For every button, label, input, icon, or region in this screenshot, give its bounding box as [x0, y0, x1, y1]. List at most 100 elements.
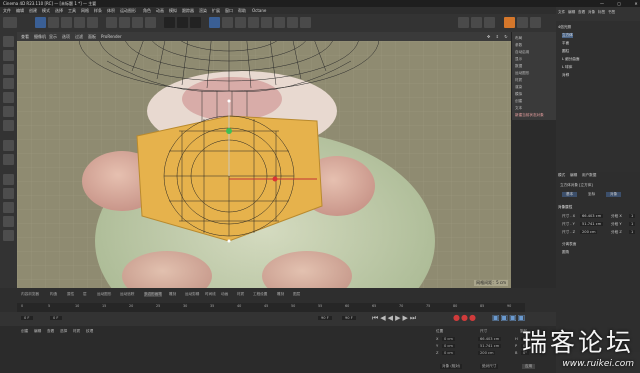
sculpt-icon[interactable] [3, 216, 14, 227]
scale-icon[interactable] [61, 17, 72, 28]
tweak-mode-icon[interactable] [3, 154, 14, 165]
end-frame-field[interactable]: 90 F [318, 316, 332, 320]
vp-menu-options[interactable]: 选项 [62, 34, 70, 40]
object-item[interactable]: 平面 [562, 41, 569, 46]
vp-menu-cameras[interactable]: 摄像机 [34, 34, 46, 40]
segments-z-field[interactable]: 1 [629, 230, 636, 234]
obj-menu-tags[interactable]: 标签 [598, 10, 605, 15]
segments-x-field[interactable]: 1 [629, 214, 636, 218]
octane-material-icon[interactable] [484, 17, 495, 28]
object-item[interactable]: 圆柱 [562, 49, 569, 54]
mat-menu-material[interactable]: 材质 [73, 329, 80, 334]
tab-sculpt-2[interactable]: 雕刻 [277, 292, 284, 297]
tab-layers[interactable]: 层 [83, 292, 87, 297]
attr-tab-basic[interactable]: 基本 [562, 192, 578, 197]
ctx-item-auto[interactable]: 自动启用 [515, 50, 529, 55]
frame-ruler[interactable]: 0 5 10 15 20 25 30 35 40 45 50 55 60 65 … [17, 303, 525, 312]
size-y-field[interactable]: 51.741 cm [580, 222, 604, 226]
tab-motion-clip[interactable]: 运动剪辑 [185, 292, 199, 297]
tab-motion-tracker[interactable]: 运动追踪 [120, 292, 134, 297]
ctx-item-data[interactable]: 数据 [515, 64, 522, 69]
render-view-icon[interactable] [164, 17, 175, 28]
3d-viewport[interactable]: 网格间距：5 cm [17, 41, 511, 288]
obj-menu-view[interactable]: 查看 [578, 10, 585, 15]
window-controls[interactable]: — ▢ ✕ [600, 1, 640, 6]
preview-end-field[interactable]: 90 F [342, 316, 356, 320]
move-icon[interactable] [48, 17, 59, 28]
tab-sculpt[interactable]: 雕刻 [169, 292, 176, 297]
obj-menu-edit[interactable]: 编辑 [568, 10, 575, 15]
mat-menu-select[interactable]: 选择 [60, 329, 67, 334]
mat-menu-texture[interactable]: 纹理 [86, 329, 93, 334]
obj-menu-file[interactable]: 文件 [558, 10, 565, 15]
subdivision-icon[interactable] [235, 17, 246, 28]
record-keys-icon[interactable]: ●●● [453, 313, 477, 322]
texture-mode-icon[interactable] [3, 64, 14, 75]
vp-menu-display[interactable]: 显示 [49, 34, 57, 40]
render-to-picture-viewer-icon[interactable] [177, 17, 188, 28]
tab-attributes[interactable]: 属性 [67, 292, 74, 297]
gizmo-x-handle[interactable] [272, 176, 278, 182]
polygons-mode-icon[interactable] [3, 120, 14, 131]
paint-icon[interactable] [3, 230, 14, 241]
object-item[interactable]: L 细分曲面 [562, 57, 580, 62]
current-frame-field[interactable]: 0 F [50, 316, 62, 320]
key-mode-icons[interactable]: ▣▣▣▣ [492, 313, 526, 322]
pos-z-field[interactable]: 0 cm [442, 351, 455, 355]
tab-animation[interactable]: 动画 [221, 292, 228, 297]
y-axis-lock-icon[interactable] [119, 17, 130, 28]
octane-light-icon[interactable] [517, 17, 528, 28]
ctx-item-params[interactable]: 参数 [515, 43, 522, 48]
ctx-item-mograph[interactable]: 运动图形 [515, 71, 529, 76]
rotate-icon[interactable] [74, 17, 85, 28]
mat-menu-create[interactable]: 创建 [21, 329, 28, 334]
tab-timeline[interactable]: 时间线 [205, 292, 216, 297]
live-selection-icon[interactable] [35, 17, 46, 28]
segments-y-field[interactable]: 1 [629, 222, 636, 226]
attr-tab-object[interactable]: 对象 [606, 192, 622, 197]
gizmo-bottom-point[interactable] [227, 239, 231, 243]
pos-x-field[interactable]: 0 cm [442, 337, 455, 341]
vp-menu-prorender[interactable]: ProRender [101, 34, 122, 39]
object-item[interactable]: 对称 [562, 73, 569, 78]
ctx-item-display[interactable]: 显示 [515, 57, 522, 62]
tab-content-browser[interactable]: 内容浏览器 [21, 292, 39, 297]
size-z-field[interactable]: 200 cm [580, 230, 598, 234]
coordinate-system-icon[interactable] [145, 17, 156, 28]
edges-mode-icon[interactable] [3, 106, 14, 117]
size-y-coord-field[interactable]: 51.741 cm [478, 344, 502, 348]
undo-icon[interactable] [3, 17, 17, 28]
recent-tools-icon[interactable] [87, 17, 98, 28]
workplane-icon[interactable] [3, 78, 14, 89]
attr-menu-edit[interactable]: 编辑 [570, 173, 577, 178]
menu-octane[interactable]: Octane [252, 8, 266, 13]
vp-menu-filter[interactable]: 过滤 [75, 34, 83, 40]
tab-project-settings[interactable]: 工程设置 [253, 292, 267, 297]
points-mode-icon[interactable] [3, 92, 14, 103]
octane-settings-icon[interactable] [471, 17, 482, 28]
ctx-item-material[interactable]: 材质 [515, 78, 522, 83]
make-editable-icon[interactable] [3, 36, 14, 47]
gizmo-y-handle[interactable] [226, 128, 232, 134]
pos-y-field[interactable]: 0 cm [442, 344, 455, 348]
vp-menu-view[interactable]: 查看 [21, 34, 29, 40]
tab-layers-2[interactable]: 图层 [293, 292, 300, 297]
floor-icon[interactable] [274, 17, 285, 28]
ctx-item-render[interactable]: 渲染 [515, 85, 522, 90]
light-icon[interactable] [300, 17, 311, 28]
size-mode-dropdown[interactable]: 绝对尺寸 [480, 364, 499, 369]
ctx-item-text[interactable]: 文本 [515, 106, 522, 111]
array-icon[interactable] [248, 17, 259, 28]
solo-mode-icon[interactable] [3, 202, 14, 213]
octane-live-viewer-icon[interactable] [458, 17, 469, 28]
vp-menu-panel[interactable]: 面板 [88, 34, 96, 40]
obj-menu-object[interactable]: 对象 [588, 10, 595, 15]
ctx-item-create[interactable]: 创建 [515, 99, 522, 104]
mat-menu-view[interactable]: 查看 [47, 329, 54, 334]
pen-icon[interactable] [222, 17, 233, 28]
ctx-item-current-state[interactable]: 新建当前状态对象 [515, 113, 544, 118]
axis-mode-icon[interactable] [3, 140, 14, 151]
cube-icon[interactable] [209, 17, 220, 28]
x-axis-lock-icon[interactable] [106, 17, 117, 28]
object-item[interactable]: 4倍光照 [558, 25, 571, 30]
